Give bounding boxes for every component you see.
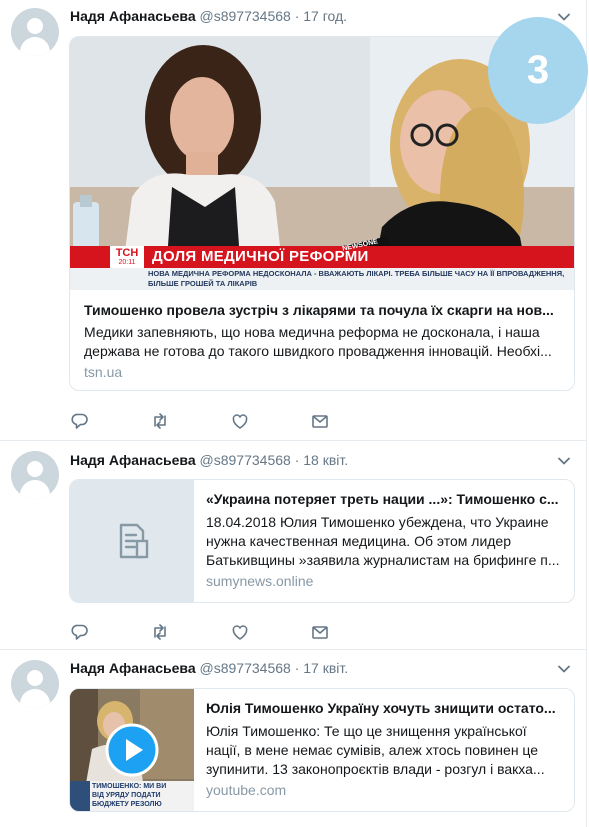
news-banner-text: ДОЛЯ МЕДИЧНОЇ РЕФОРМИ: [152, 248, 369, 265]
heart-icon: [232, 414, 248, 429]
link-card[interactable]: «Украина потеряет треть нации ...»: Тимо…: [69, 479, 575, 603]
avatar[interactable]: [11, 451, 59, 499]
card-domain[interactable]: youtube.com: [206, 781, 286, 800]
avatar-shoulders-shape: [20, 480, 50, 499]
tweet-timestamp[interactable]: 17 квіт.: [303, 660, 348, 676]
play-icon[interactable]: [105, 723, 159, 777]
card-title[interactable]: Тимошенко провела зустріч з лікарями та …: [84, 301, 562, 320]
chevron-down-icon[interactable]: [557, 454, 571, 468]
avatar-shoulders-shape: [20, 37, 50, 56]
envelope-icon: [312, 626, 328, 639]
document-icon: [119, 523, 149, 559]
direct-message-button[interactable]: [310, 622, 330, 642]
author-handle[interactable]: @s897734568: [200, 660, 291, 676]
video-thumbnail[interactable]: ТИМОШЕНКО: МИ ВИ ВІД УРЯДУ ПОДАТИ БЮДЖЕТ…: [70, 689, 194, 811]
card-description: Медики запевняють, що нова медична рефор…: [84, 324, 552, 359]
heart-icon: [232, 625, 248, 640]
author-name[interactable]: Надя Афанасьева: [70, 8, 196, 24]
card-placeholder-thumbnail: [70, 480, 194, 602]
author-name[interactable]: Надя Афанасьева: [70, 452, 196, 468]
video-caption-2: ВІД УРЯДУ ПОДАТИ: [92, 792, 161, 799]
retweet-button[interactable]: [150, 411, 170, 431]
author-handle[interactable]: @s897734568: [200, 8, 291, 24]
card-domain[interactable]: tsn.ua: [84, 363, 122, 382]
tweet-timestamp[interactable]: 17 год.: [303, 8, 347, 24]
like-button[interactable]: [230, 411, 250, 431]
separator-dot: ·: [294, 8, 300, 24]
separator-dot: ·: [294, 660, 300, 676]
news-ticker-line-2: БІЛЬШЕ ГРОШЕЙ ТА ЛІКАРІВ: [148, 279, 258, 288]
card-description: 18.04.2018 Юлия Тимошенко убеждена, что …: [206, 514, 560, 568]
tweet-header: Надя Афанасьева @s897734568 · 18 квіт.: [70, 451, 348, 469]
chevron-down-icon[interactable]: [557, 662, 571, 676]
tweet-header: Надя Афанасьева @s897734568 · 17 квіт.: [70, 659, 348, 677]
avatar-head-shape: [27, 461, 43, 477]
tweet-timestamp[interactable]: 18 квіт.: [303, 452, 348, 468]
reply-icon: [71, 413, 88, 429]
direct-message-button[interactable]: [310, 411, 330, 431]
tweet-header: Надя Афанасьева @s897734568 · 17 год.: [70, 7, 347, 25]
card-domain[interactable]: sumynews.online: [206, 572, 313, 591]
author-name[interactable]: Надя Афанасьева: [70, 660, 196, 676]
link-card[interactable]: ТИМОШЕНКО: МИ ВИ ВІД УРЯДУ ПОДАТИ БЮДЖЕТ…: [69, 688, 575, 812]
separator-dot: ·: [294, 452, 300, 468]
avatar-shoulders-shape: [20, 689, 50, 708]
tsn-logo-time: 20:11: [118, 259, 136, 266]
tweet[interactable]: Надя Афанасьева @s897734568 · 18 квіт. «…: [0, 441, 587, 650]
avatar-head-shape: [27, 18, 43, 34]
avatar[interactable]: [11, 660, 59, 708]
news-ticker-line-1: НОВА МЕДИЧНА РЕФОРМА НЕДОСКОНАЛА - ВВАЖА…: [148, 269, 565, 278]
timeline-feed: Надя Афанасьева @s897734568 · 17 год. ТС…: [0, 0, 587, 827]
retweet-button[interactable]: [150, 622, 170, 642]
card-title[interactable]: «Украина потеряет треть нации ...»: Тимо…: [206, 490, 564, 509]
avatar-head-shape: [27, 670, 43, 686]
envelope-icon: [312, 415, 328, 428]
number-badge: 3: [488, 17, 588, 124]
video-caption-1: ТИМОШЕНКО: МИ ВИ: [92, 783, 167, 790]
avatar[interactable]: [11, 8, 59, 56]
tweet[interactable]: Надя Афанасьева @s897734568 · 17 квіт. Т…: [0, 650, 587, 827]
tsn-logo: ТСН: [115, 247, 139, 259]
reply-button[interactable]: [70, 622, 90, 642]
reply-icon: [71, 624, 88, 640]
like-button[interactable]: [230, 622, 250, 642]
video-caption-3: БЮДЖЕТУ РЕЗОЛЮ: [92, 801, 162, 808]
card-description: Юлія Тимошенко: Те що це знищення україн…: [206, 723, 545, 777]
author-handle[interactable]: @s897734568: [200, 452, 291, 468]
card-title[interactable]: Юлія Тимошенко Україну хочуть знищити ос…: [206, 699, 564, 718]
retweet-icon: [154, 624, 166, 640]
reply-button[interactable]: [70, 411, 90, 431]
retweet-icon: [154, 413, 166, 429]
